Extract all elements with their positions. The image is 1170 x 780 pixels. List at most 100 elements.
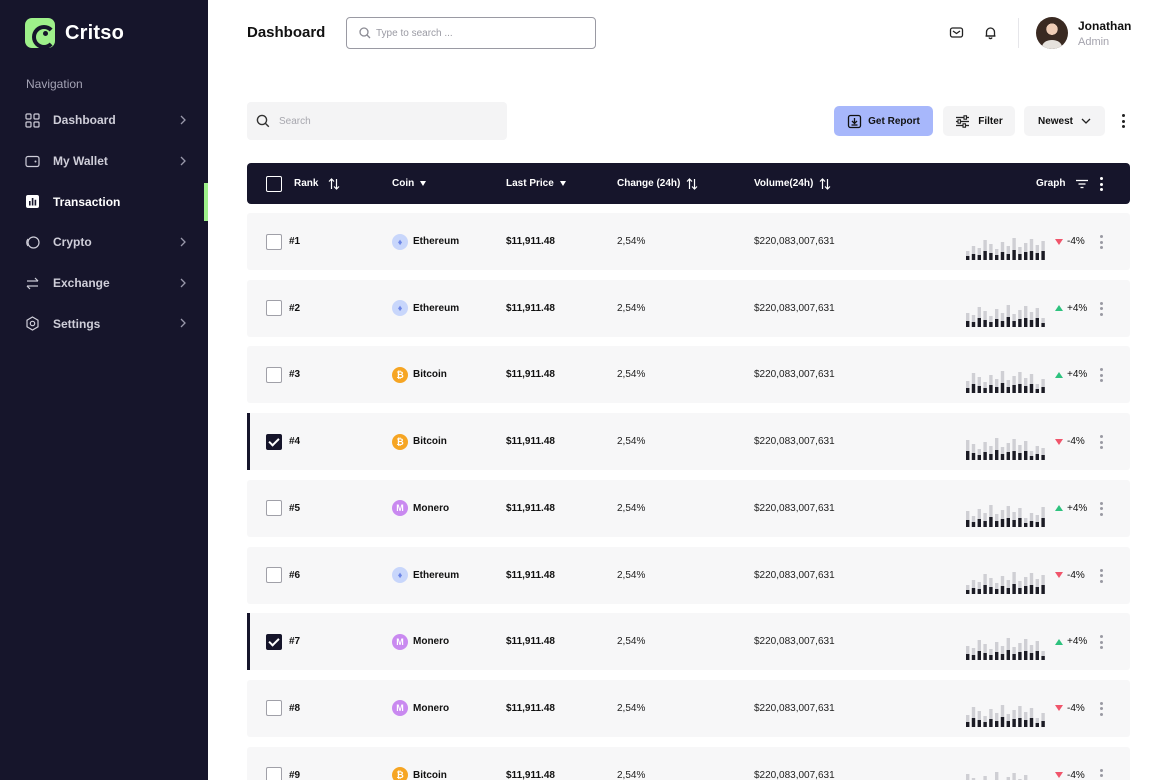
top-search-input[interactable] [376,27,576,39]
trend-value: +4% [1067,369,1088,381]
chevron-right-icon [176,113,190,127]
btc-coin-icon: ₿ [392,366,408,383]
filter-button[interactable]: Filter [943,106,1015,136]
exchange-icon [25,276,40,291]
sidebar-item-transaction[interactable]: Transaction [0,181,208,222]
coin-cell: ♦ Ethereum [392,280,459,337]
download-icon [848,114,862,128]
row-checkbox[interactable] [266,500,282,517]
row-checkbox[interactable] [266,567,282,583]
trend-up-icon [1055,638,1063,645]
trend-cell: -4% [1055,747,1085,780]
volume-cell: $220,083,007,631 [754,369,835,381]
sidebar-item-label: Crypto [53,235,92,250]
coin-cell: M Monero [392,480,449,537]
row-checkbox[interactable] [266,300,282,317]
filter-lines-icon [1076,179,1089,188]
price-cell: $11,911.48 [506,436,555,448]
xmr-coin-icon: M [392,633,408,650]
search-icon [256,114,270,128]
table-row[interactable]: #7 M Monero $11,911.48 2,54% $220,083,007,631… [247,613,1130,671]
table-row[interactable]: #2 ♦ Ethereum $11,911.48 2,54% $220,083,007,6… [247,279,1130,337]
btc-coin-icon: ₿ [392,767,408,780]
change-cell: 2,54% [617,502,646,514]
row-checkbox[interactable] [266,633,282,650]
select-all-checkbox[interactable] [266,175,282,192]
row-checkbox[interactable] [266,366,282,383]
row-more-icon[interactable] [1099,301,1103,316]
trend-value: -4% [1067,569,1085,581]
table-search[interactable] [247,102,507,140]
table-row[interactable]: #8 M Monero $11,911.48 2,54% $220,083,007,631… [247,679,1130,737]
sidebar: Critso Navigation Dashboard My Wallet Tran… [0,0,208,780]
row-more-icon[interactable] [1099,235,1103,249]
column-graph[interactable]: Graph [1036,163,1089,204]
price-cell: $11,911.48 [506,302,555,314]
sort-icon [686,177,698,190]
coin-name: Ethereum [413,236,460,247]
table-row[interactable]: #3 ₿ Bitcoin $11,911.48 2,54% $220,083,007,63… [247,346,1130,404]
row-more-icon[interactable] [1099,501,1103,516]
column-last-price[interactable]: Last Price [506,163,566,204]
sidebar-item-settings[interactable]: Settings [0,303,208,344]
column-change[interactable]: Change (24h) [617,163,698,204]
get-report-button[interactable]: Get Report [834,106,933,136]
more-options-icon[interactable] [1121,114,1125,128]
column-rank[interactable]: Rank [266,163,340,204]
coin-name: Bitcoin [413,369,447,381]
row-more-icon[interactable] [1099,435,1103,450]
top-search[interactable] [346,17,596,49]
brand[interactable]: Critso [25,18,124,49]
trend-value: -4% [1067,702,1085,714]
price-cell: $11,911.48 [506,569,555,581]
rank-cell: #5 [289,502,301,514]
coin-name: Ethereum [413,302,460,314]
row-more-icon[interactable] [1099,368,1103,383]
coin-cell: M Monero [392,680,449,737]
table-row[interactable]: #6 ♦ Ethereum $11,911.48 2,54% $220,083,007,6… [247,546,1130,604]
table-search-input[interactable] [279,115,479,127]
table-row[interactable]: #4 ₿ Bitcoin $11,911.48 2,54% $220,083,007,63… [247,413,1130,471]
row-checkbox[interactable] [266,700,282,717]
rank-cell: #3 [289,369,301,381]
price-cell: $11,911.48 [506,236,555,247]
row-more-icon[interactable] [1099,701,1103,716]
trend-value: -4% [1067,769,1085,780]
row-more-icon[interactable] [1099,635,1103,650]
filter-label: Filter [978,115,1003,127]
column-coin[interactable]: Coin [392,163,427,204]
bell-icon[interactable] [983,25,998,40]
table-row[interactable]: #5 M Monero $11,911.48 2,54% $220,083,007,631… [247,479,1130,537]
trend-up-icon [1055,505,1063,512]
coin-cell: ♦ Ethereum [392,213,459,270]
table-row[interactable]: #1 ♦ Ethereum $11,911.48 2,54% $220,083,007,6… [247,213,1130,270]
header-more-icon[interactable] [1099,177,1103,191]
coin-icon [25,235,40,250]
sidebar-item-dashboard[interactable]: Dashboard [0,100,208,141]
sort-icon [819,177,831,190]
table-row[interactable]: #9 ₿ Bitcoin $11,911.48 2,54% $220,083,007,63… [247,746,1130,780]
row-checkbox[interactable] [266,233,282,250]
get-report-label: Get Report [868,115,920,127]
sort-dropdown[interactable]: Newest [1024,106,1105,136]
mail-icon[interactable] [949,25,964,40]
column-volume[interactable]: Volume(24h) [754,163,831,204]
avatar[interactable] [1036,17,1068,49]
trend-value: +4% [1067,302,1088,314]
volume-cell: $220,083,007,631 [754,236,835,247]
row-checkbox[interactable] [266,433,282,450]
volume-cell: $220,083,007,631 [754,502,835,514]
caret-down-icon [559,181,566,186]
rank-cell: #1 [289,236,301,247]
sidebar-item-label: Exchange [53,276,110,291]
sidebar-item-crypto[interactable]: Crypto [0,222,208,263]
row-checkbox[interactable] [266,767,282,780]
mini-bar-graph [966,304,1045,327]
logo-icon [25,18,56,49]
volume-cell: $220,083,007,631 [754,636,835,648]
sidebar-item-my-wallet[interactable]: My Wallet [0,141,208,182]
trend-up-icon [1055,371,1063,378]
sidebar-item-exchange[interactable]: Exchange [0,263,208,304]
row-more-icon[interactable] [1099,568,1103,583]
row-more-icon[interactable] [1099,768,1103,780]
